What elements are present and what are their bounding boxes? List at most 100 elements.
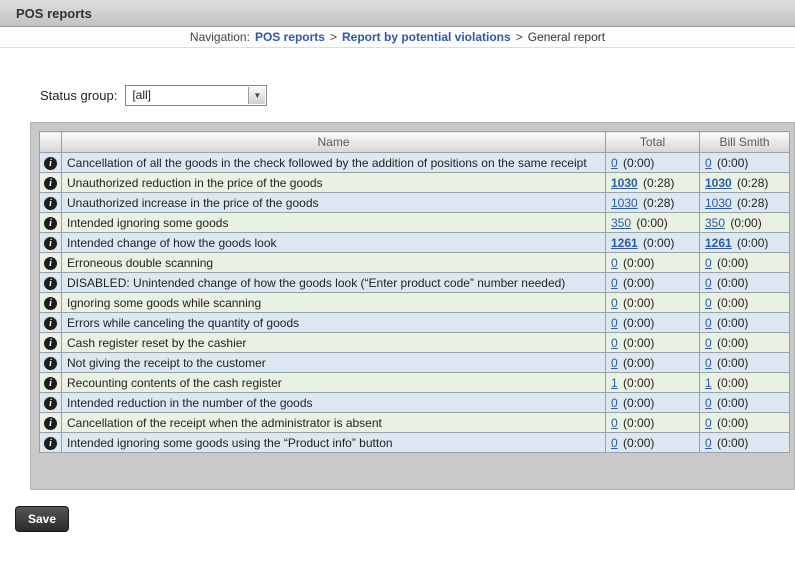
info-icon[interactable]: i: [44, 417, 57, 430]
user-count-link[interactable]: 0: [705, 336, 712, 350]
total-count-link[interactable]: 0: [611, 256, 618, 270]
user-count-link[interactable]: 0: [705, 276, 712, 290]
total-count-link[interactable]: 1030: [611, 196, 638, 210]
total-count-link[interactable]: 0: [611, 336, 618, 350]
info-icon[interactable]: i: [44, 357, 57, 370]
info-icon[interactable]: i: [44, 337, 57, 350]
duration-text: (0:00): [623, 276, 654, 290]
table-row: i Intended ignoring some goods using the …: [40, 433, 790, 453]
duration-text: (0:28): [737, 196, 768, 210]
breadcrumb-separator: >: [516, 30, 523, 44]
total-count-link[interactable]: 0: [611, 396, 618, 410]
duration-text: (0:00): [717, 416, 748, 430]
total-count-link[interactable]: 1030: [611, 176, 638, 190]
user-count-link[interactable]: 1261: [705, 236, 732, 250]
status-group-label: Status group:: [40, 88, 117, 103]
duration-text: (0:00): [623, 336, 654, 350]
duration-text: (0:00): [717, 316, 748, 330]
info-icon[interactable]: i: [44, 197, 57, 210]
info-icon[interactable]: i: [44, 157, 57, 170]
violation-name: Intended change of how the goods look: [62, 233, 606, 253]
info-icon[interactable]: i: [44, 177, 57, 190]
violation-name: DISABLED: Unintended change of how the g…: [62, 273, 606, 293]
user-count-link[interactable]: 0: [705, 436, 712, 450]
violations-table: Name Total Bill Smith i Cancellation of a…: [39, 131, 790, 453]
total-count-link[interactable]: 0: [611, 156, 618, 170]
duration-text: (0:00): [623, 436, 654, 450]
duration-text: (0:00): [623, 416, 654, 430]
violation-name: Erroneous double scanning: [62, 253, 606, 273]
info-icon[interactable]: i: [44, 397, 57, 410]
table-row: i Intended change of how the goods look 12…: [40, 233, 790, 253]
user-count-link[interactable]: 0: [705, 416, 712, 430]
total-count-link[interactable]: 1: [611, 376, 618, 390]
total-count-link[interactable]: 0: [611, 356, 618, 370]
duration-text: (0:00): [717, 356, 748, 370]
total-count-link[interactable]: 1261: [611, 236, 638, 250]
status-group-filter: Status group: [all] ▼: [40, 84, 795, 106]
user-count-link[interactable]: 0: [705, 256, 712, 270]
duration-text: (0:00): [623, 156, 654, 170]
violation-name: Not giving the receipt to the customer: [62, 353, 606, 373]
duration-text: (0:00): [717, 396, 748, 410]
duration-text: (0:00): [717, 336, 748, 350]
duration-text: (0:00): [717, 276, 748, 290]
duration-text: (0:00): [623, 316, 654, 330]
info-icon[interactable]: i: [44, 277, 57, 290]
table-row: i Unauthorized increase in the price of t…: [40, 193, 790, 213]
total-count-link[interactable]: 0: [611, 296, 618, 310]
info-icon[interactable]: i: [44, 217, 57, 230]
duration-text: (0:00): [636, 216, 667, 230]
user-column-header: Bill Smith: [700, 132, 790, 153]
table-row: iIgnoring some goods while scanning0 (0:…: [40, 293, 790, 313]
user-count-link[interactable]: 1: [705, 376, 712, 390]
table-header-row: Name Total Bill Smith: [40, 132, 790, 153]
info-icon[interactable]: i: [44, 437, 57, 450]
duration-text: (0:00): [730, 216, 761, 230]
duration-text: (0:00): [717, 156, 748, 170]
user-count-link[interactable]: 0: [705, 156, 712, 170]
chevron-down-icon[interactable]: ▼: [248, 87, 265, 104]
user-count-link[interactable]: 0: [705, 396, 712, 410]
user-count-link[interactable]: 1030: [705, 176, 732, 190]
duration-text: (0:00): [717, 256, 748, 270]
total-count-link[interactable]: 0: [611, 316, 618, 330]
user-count-link[interactable]: 0: [705, 356, 712, 370]
duration-text: (0:00): [717, 296, 748, 310]
table-row: i DISABLED: Unintended change of how the …: [40, 273, 790, 293]
table-row: i Not giving the receipt to the customer 0…: [40, 353, 790, 373]
breadcrumb-link-pos-reports[interactable]: POS reports: [255, 30, 325, 44]
user-count-link[interactable]: 0: [705, 316, 712, 330]
info-icon[interactable]: i: [44, 377, 57, 390]
status-group-dropdown[interactable]: [all] ▼: [125, 85, 267, 106]
violation-name: Unauthorized increase in the price of th…: [62, 193, 606, 213]
user-count-link[interactable]: 0: [705, 296, 712, 310]
duration-text: (0:00): [623, 256, 654, 270]
table-row: i Cancellation of all the goods in the ch…: [40, 153, 790, 173]
info-icon[interactable]: i: [44, 297, 57, 310]
page-title: POS reports: [16, 6, 92, 21]
total-count-link[interactable]: 0: [611, 436, 618, 450]
violation-name: Intended ignoring some goods: [62, 213, 606, 233]
total-count-link[interactable]: 350: [611, 216, 631, 230]
breadcrumb-separator: >: [330, 30, 337, 44]
save-button[interactable]: Save: [15, 506, 69, 532]
table-row: iCash register reset by the cashier0 (0:…: [40, 333, 790, 353]
total-count-link[interactable]: 0: [611, 276, 618, 290]
violations-table-body: i Cancellation of all the goods in the ch…: [40, 153, 790, 453]
violation-name: Intended reduction in the number of the …: [62, 393, 606, 413]
user-count-link[interactable]: 1030: [705, 196, 732, 210]
name-column-header: Name: [62, 132, 606, 153]
table-row: iErrors while canceling the quantity of …: [40, 313, 790, 333]
info-icon[interactable]: i: [44, 237, 57, 250]
breadcrumb-link-report-by-potential-violations[interactable]: Report by potential violations: [342, 30, 511, 44]
total-column-header: Total: [606, 132, 700, 153]
violation-name: Intended ignoring some goods using the “…: [62, 433, 606, 453]
total-count-link[interactable]: 0: [611, 416, 618, 430]
duration-text: (0:00): [717, 436, 748, 450]
user-count-link[interactable]: 350: [705, 216, 725, 230]
status-group-selected-value: [all]: [132, 88, 151, 102]
info-icon[interactable]: i: [44, 257, 57, 270]
info-icon[interactable]: i: [44, 317, 57, 330]
violation-name: Cancellation of all the goods in the che…: [62, 153, 606, 173]
